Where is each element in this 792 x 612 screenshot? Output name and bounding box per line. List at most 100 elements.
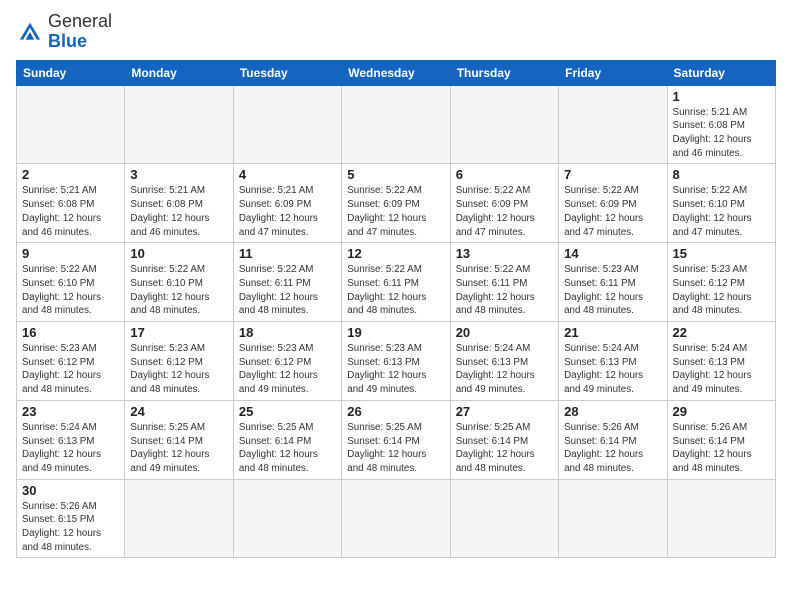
weekday-header-saturday: Saturday — [667, 60, 775, 85]
day-info: Sunrise: 5:21 AM Sunset: 6:08 PM Dayligh… — [22, 184, 119, 239]
calendar-cell — [233, 479, 341, 558]
calendar-cell: 14 Sunrise: 5:23 AM Sunset: 6:11 PM Dayli… — [559, 243, 667, 322]
day-info: Sunrise: 5:22 AM Sunset: 6:11 PM Dayligh… — [239, 263, 336, 318]
calendar-cell: 6 Sunrise: 5:22 AM Sunset: 6:09 PM Daylig… — [450, 164, 558, 243]
day-info: Sunrise: 5:22 AM Sunset: 6:09 PM Dayligh… — [347, 184, 444, 239]
day-number: 11 — [239, 246, 336, 261]
calendar-cell: 30 Sunrise: 5:26 AM Sunset: 6:15 PM Dayli… — [17, 479, 125, 558]
calendar-cell: 28Sunrise: 5:26 AM Sunset: 6:14 PM Dayli… — [559, 400, 667, 479]
calendar-header: SundayMondayTuesdayWednesdayThursdayFrid… — [17, 60, 776, 85]
calendar-cell: 19 Sunrise: 5:23 AM Sunset: 6:13 PM Dayli… — [342, 322, 450, 401]
day-number: 3 — [130, 167, 227, 182]
calendar-cell: 1 Sunrise: 5:21 AM Sunset: 6:08 PM Daylig… — [667, 85, 775, 164]
logo-text: General Blue — [48, 12, 112, 52]
calendar-cell: 17 Sunrise: 5:23 AM Sunset: 6:12 PM Dayli… — [125, 322, 233, 401]
weekday-header-monday: Monday — [125, 60, 233, 85]
week-row-4: 23 Sunrise: 5:24 AM Sunset: 6:13 PM Dayli… — [17, 400, 776, 479]
logo-area: General Blue — [16, 12, 112, 52]
calendar-cell — [450, 479, 558, 558]
calendar-cell — [233, 85, 341, 164]
calendar-body: 1 Sunrise: 5:21 AM Sunset: 6:08 PM Daylig… — [17, 85, 776, 558]
day-number: 17 — [130, 325, 227, 340]
day-info: Sunrise: 5:26 AM Sunset: 6:14 PM Dayligh… — [673, 421, 770, 476]
day-number: 7 — [564, 167, 661, 182]
day-info: Sunrise: 5:21 AM Sunset: 6:08 PM Dayligh… — [130, 184, 227, 239]
calendar-cell: 3 Sunrise: 5:21 AM Sunset: 6:08 PM Daylig… — [125, 164, 233, 243]
day-number: 25 — [239, 404, 336, 419]
day-info: Sunrise: 5:23 AM Sunset: 6:12 PM Dayligh… — [239, 342, 336, 397]
day-number: 9 — [22, 246, 119, 261]
day-number: 10 — [130, 246, 227, 261]
calendar-cell — [559, 85, 667, 164]
day-number: 8 — [673, 167, 770, 182]
week-row-1: 2 Sunrise: 5:21 AM Sunset: 6:08 PM Daylig… — [17, 164, 776, 243]
day-number: 16 — [22, 325, 119, 340]
calendar-cell: 29Sunrise: 5:26 AM Sunset: 6:14 PM Dayli… — [667, 400, 775, 479]
day-info: Sunrise: 5:23 AM Sunset: 6:11 PM Dayligh… — [564, 263, 661, 318]
day-number: 20 — [456, 325, 553, 340]
day-info: Sunrise: 5:23 AM Sunset: 6:12 PM Dayligh… — [22, 342, 119, 397]
day-info: Sunrise: 5:23 AM Sunset: 6:13 PM Dayligh… — [347, 342, 444, 397]
day-info: Sunrise: 5:25 AM Sunset: 6:14 PM Dayligh… — [130, 421, 227, 476]
day-number: 28 — [564, 404, 661, 419]
calendar-cell: 4 Sunrise: 5:21 AM Sunset: 6:09 PM Daylig… — [233, 164, 341, 243]
calendar-cell: 11 Sunrise: 5:22 AM Sunset: 6:11 PM Dayli… — [233, 243, 341, 322]
calendar-cell: 24Sunrise: 5:25 AM Sunset: 6:14 PM Dayli… — [125, 400, 233, 479]
calendar-cell — [125, 85, 233, 164]
calendar-cell: 2 Sunrise: 5:21 AM Sunset: 6:08 PM Daylig… — [17, 164, 125, 243]
day-info: Sunrise: 5:24 AM Sunset: 6:13 PM Dayligh… — [564, 342, 661, 397]
calendar-cell: 23 Sunrise: 5:24 AM Sunset: 6:13 PM Dayli… — [17, 400, 125, 479]
calendar-page: General Blue SundayMondayTuesdayWednesda… — [0, 0, 792, 568]
day-number: 14 — [564, 246, 661, 261]
day-number: 15 — [673, 246, 770, 261]
day-info: Sunrise: 5:22 AM Sunset: 6:10 PM Dayligh… — [673, 184, 770, 239]
day-number: 2 — [22, 167, 119, 182]
day-number: 12 — [347, 246, 444, 261]
day-number: 1 — [673, 89, 770, 104]
calendar-cell — [17, 85, 125, 164]
day-number: 30 — [22, 483, 119, 498]
calendar-cell: 21 Sunrise: 5:24 AM Sunset: 6:13 PM Dayli… — [559, 322, 667, 401]
day-info: Sunrise: 5:26 AM Sunset: 6:15 PM Dayligh… — [22, 500, 119, 555]
calendar-cell: 7 Sunrise: 5:22 AM Sunset: 6:09 PM Daylig… — [559, 164, 667, 243]
day-info: Sunrise: 5:25 AM Sunset: 6:14 PM Dayligh… — [456, 421, 553, 476]
weekday-header-thursday: Thursday — [450, 60, 558, 85]
calendar-cell: 16 Sunrise: 5:23 AM Sunset: 6:12 PM Dayli… — [17, 322, 125, 401]
weekday-row: SundayMondayTuesdayWednesdayThursdayFrid… — [17, 60, 776, 85]
calendar-cell — [342, 85, 450, 164]
week-row-3: 16 Sunrise: 5:23 AM Sunset: 6:12 PM Dayli… — [17, 322, 776, 401]
day-info: Sunrise: 5:22 AM Sunset: 6:09 PM Dayligh… — [456, 184, 553, 239]
calendar-cell: 9Sunrise: 5:22 AM Sunset: 6:10 PM Daylig… — [17, 243, 125, 322]
day-info: Sunrise: 5:22 AM Sunset: 6:10 PM Dayligh… — [130, 263, 227, 318]
calendar-table: SundayMondayTuesdayWednesdayThursdayFrid… — [16, 60, 776, 559]
week-row-0: 1 Sunrise: 5:21 AM Sunset: 6:08 PM Daylig… — [17, 85, 776, 164]
calendar-cell: 13 Sunrise: 5:22 AM Sunset: 6:11 PM Dayli… — [450, 243, 558, 322]
day-info: Sunrise: 5:22 AM Sunset: 6:09 PM Dayligh… — [564, 184, 661, 239]
calendar-cell: 22 Sunrise: 5:24 AM Sunset: 6:13 PM Dayli… — [667, 322, 775, 401]
day-number: 23 — [22, 404, 119, 419]
day-number: 4 — [239, 167, 336, 182]
day-info: Sunrise: 5:23 AM Sunset: 6:12 PM Dayligh… — [130, 342, 227, 397]
day-number: 19 — [347, 325, 444, 340]
calendar-cell — [125, 479, 233, 558]
day-info: Sunrise: 5:25 AM Sunset: 6:14 PM Dayligh… — [347, 421, 444, 476]
calendar-cell: 15Sunrise: 5:23 AM Sunset: 6:12 PM Dayli… — [667, 243, 775, 322]
day-number: 22 — [673, 325, 770, 340]
day-info: Sunrise: 5:24 AM Sunset: 6:13 PM Dayligh… — [673, 342, 770, 397]
day-number: 13 — [456, 246, 553, 261]
day-info: Sunrise: 5:25 AM Sunset: 6:14 PM Dayligh… — [239, 421, 336, 476]
day-number: 6 — [456, 167, 553, 182]
weekday-header-tuesday: Tuesday — [233, 60, 341, 85]
day-info: Sunrise: 5:22 AM Sunset: 6:11 PM Dayligh… — [456, 263, 553, 318]
day-number: 21 — [564, 325, 661, 340]
calendar-cell: 18Sunrise: 5:23 AM Sunset: 6:12 PM Dayli… — [233, 322, 341, 401]
day-info: Sunrise: 5:21 AM Sunset: 6:09 PM Dayligh… — [239, 184, 336, 239]
week-row-2: 9 Sunrise: 5:22 AM Sunset: 6:10 PM Daylig… — [17, 243, 776, 322]
day-info: Sunrise: 5:24 AM Sunset: 6:13 PM Dayligh… — [22, 421, 119, 476]
day-info: Sunrise: 5:24 AM Sunset: 6:13 PM Dayligh… — [456, 342, 553, 397]
day-info: Sunrise: 5:22 AM Sunset: 6:11 PM Dayligh… — [347, 263, 444, 318]
day-info: Sunrise: 5:21 AM Sunset: 6:08 PM Dayligh… — [673, 106, 770, 161]
calendar-cell — [450, 85, 558, 164]
day-number: 26 — [347, 404, 444, 419]
calendar-cell: 27Sunrise: 5:25 AM Sunset: 6:14 PM Dayli… — [450, 400, 558, 479]
